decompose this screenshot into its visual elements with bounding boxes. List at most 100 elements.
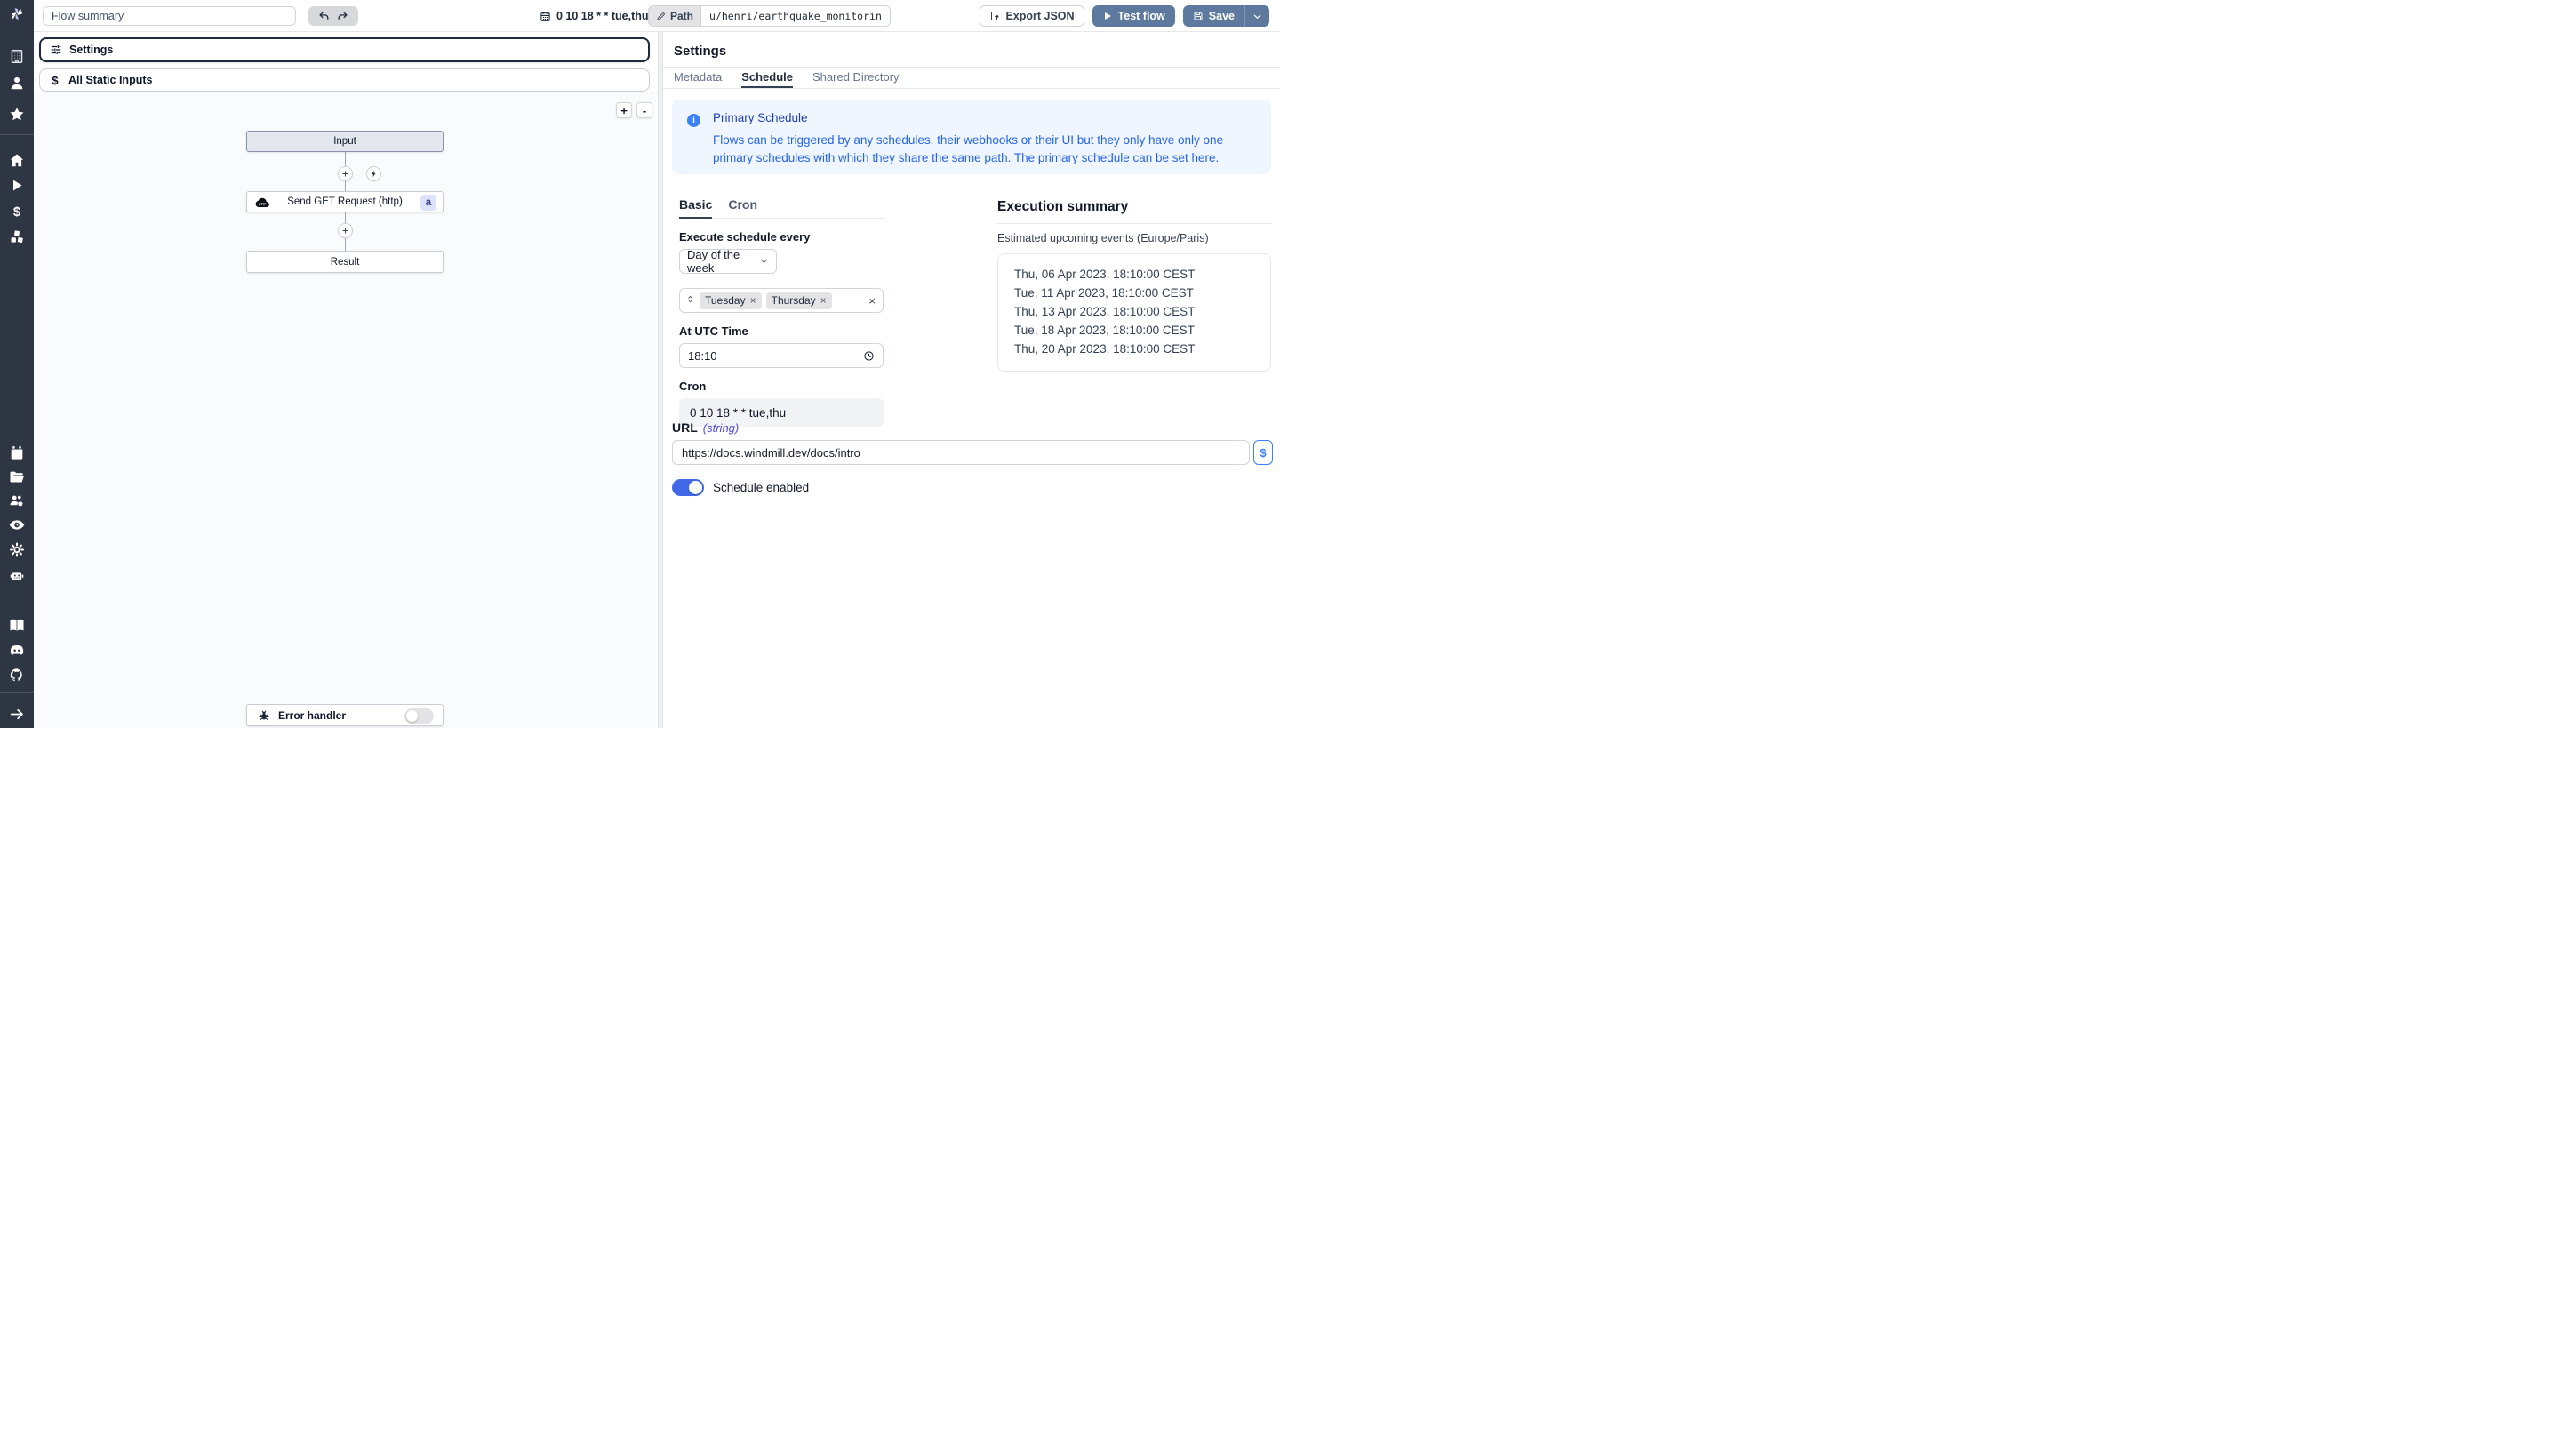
workers-robot-icon[interactable] — [9, 567, 26, 584]
save-button[interactable]: Save — [1183, 5, 1244, 27]
all-static-inputs-card[interactable]: $ All Static Inputs — [39, 68, 650, 92]
clock-icon[interactable] — [863, 350, 875, 362]
upcoming-events-box: Thu, 06 Apr 2023, 18:10:00 CEST Tue, 11 … — [997, 253, 1271, 372]
redo-icon[interactable] — [337, 11, 348, 22]
remove-day-icon[interactable]: × — [750, 294, 756, 307]
user-icon[interactable] — [9, 75, 26, 92]
frequency-select[interactable]: Day of the week — [679, 249, 777, 274]
node-input[interactable]: Input — [246, 131, 444, 152]
http-cloud-icon: HTTP — [255, 196, 270, 208]
node-error-handler[interactable]: Error handler — [246, 704, 444, 726]
zoom-in-button[interactable]: + — [616, 102, 632, 118]
day-chip-label: Thursday — [772, 294, 816, 307]
utc-time-label: At UTC Time — [679, 324, 884, 338]
save-icon — [1193, 11, 1204, 21]
flow-summary-input[interactable] — [43, 6, 296, 26]
divider — [997, 223, 1271, 224]
error-handler-label: Error handler — [278, 709, 346, 722]
save-dropdown-button[interactable] — [1244, 5, 1269, 27]
sort-handle-icon[interactable] — [685, 292, 695, 308]
remove-day-icon[interactable]: × — [820, 294, 827, 307]
add-step-button[interactable] — [338, 223, 353, 238]
folders-icon[interactable] — [9, 468, 26, 485]
execution-summary-title: Execution summary — [997, 199, 1271, 215]
url-type-hint: (string) — [703, 421, 739, 435]
sidebar: $ — [0, 0, 34, 728]
settings-tabs: Metadata Schedule Shared Directory — [674, 68, 900, 88]
node-result[interactable]: Result — [246, 251, 444, 273]
bug-icon — [258, 709, 270, 722]
day-chip: Tuesday × — [700, 292, 762, 309]
audit-eye-icon[interactable] — [9, 516, 26, 533]
home-icon[interactable] — [9, 152, 26, 169]
time-input[interactable]: 18:10 — [679, 343, 884, 368]
save-button-group: Save — [1183, 5, 1269, 27]
clear-days-icon[interactable]: × — [868, 294, 876, 308]
event-item: Tue, 11 Apr 2023, 18:10:00 CEST — [1014, 284, 1261, 303]
favorites-star-icon[interactable] — [9, 106, 26, 123]
edit-path-button[interactable]: Path — [648, 5, 700, 27]
undo-icon[interactable] — [318, 11, 330, 22]
export-json-button[interactable]: Export JSON — [980, 5, 1084, 27]
tab-metadata[interactable]: Metadata — [674, 68, 722, 88]
settings-panel: Settings Metadata Schedule Shared Direct… — [663, 32, 1280, 728]
flow-canvas[interactable]: + - Input HTTP Send GET Request (http) a… — [34, 92, 658, 728]
primary-schedule-infobox: i Primary Schedule Flows can be triggere… — [672, 100, 1271, 174]
chevron-down-icon — [1252, 12, 1262, 21]
play-icon — [1102, 11, 1113, 21]
url-label: URL (string) — [672, 420, 1273, 435]
schedule-form: Basic Cron Execute schedule every Day of… — [679, 197, 884, 427]
groups-users-gear-icon[interactable] — [9, 492, 26, 509]
url-input[interactable] — [672, 440, 1250, 465]
tab-cron[interactable]: Cron — [728, 197, 757, 218]
frequency-value: Day of the week — [687, 248, 759, 275]
collapse-arrow-icon[interactable] — [9, 706, 26, 723]
schedule-enabled-toggle[interactable] — [672, 479, 704, 496]
node-get-request-label: Send GET Request (http) — [287, 196, 403, 207]
pane-splitter[interactable] — [658, 32, 663, 728]
infobox-title: Primary Schedule — [713, 111, 1257, 124]
flow-settings-label: Settings — [69, 44, 113, 56]
dollar-icon: $ — [49, 74, 61, 87]
tab-shared-directory[interactable]: Shared Directory — [812, 68, 900, 88]
tab-schedule[interactable]: Schedule — [741, 68, 793, 88]
zoom-out-button[interactable]: - — [636, 102, 652, 118]
test-flow-button[interactable]: Test flow — [1092, 5, 1175, 27]
cron-preview-text: 0 10 18 * * tue,thu — [556, 10, 649, 22]
event-item: Thu, 20 Apr 2023, 18:10:00 CEST — [1014, 340, 1261, 359]
sidebar-divider — [0, 134, 34, 135]
bolt-icon — [370, 170, 378, 178]
all-static-inputs-label: All Static Inputs — [68, 74, 152, 86]
windmill-logo-icon[interactable] — [9, 5, 26, 22]
flow-settings-card[interactable]: Settings — [39, 37, 650, 62]
test-flow-label: Test flow — [1118, 10, 1165, 22]
calendar-icon — [540, 11, 551, 22]
day-chip: Thursday × — [766, 292, 832, 309]
export-icon — [989, 11, 1000, 21]
chevron-down-icon — [759, 255, 769, 268]
discord-icon[interactable] — [9, 642, 26, 659]
schedules-calendar-icon[interactable] — [9, 444, 26, 461]
add-step-button[interactable] — [338, 166, 353, 181]
insert-variable-button[interactable]: $ — [1253, 440, 1273, 465]
variables-dollar-icon[interactable]: $ — [9, 204, 26, 220]
cron-preview: 0 10 18 * * tue,thu — [540, 0, 649, 32]
settings-gear-icon[interactable] — [9, 541, 26, 558]
node-id-badge: a — [420, 195, 436, 211]
path-label: Path — [670, 10, 693, 22]
runs-play-icon[interactable] — [9, 177, 26, 194]
settings-title: Settings — [674, 44, 726, 59]
docs-book-icon[interactable] — [9, 617, 26, 634]
github-icon[interactable] — [9, 667, 26, 684]
path-value[interactable]: u/henri/earthquake_monitorin — [700, 5, 891, 27]
divider — [663, 88, 1280, 89]
tab-basic[interactable]: Basic — [679, 197, 712, 219]
add-trigger-button[interactable] — [366, 166, 381, 181]
error-handler-toggle[interactable] — [404, 708, 434, 724]
days-multiselect[interactable]: Tuesday × Thursday × × — [679, 288, 884, 313]
execute-schedule-label: Execute schedule every — [679, 230, 884, 244]
node-get-request[interactable]: HTTP Send GET Request (http) a — [246, 191, 444, 212]
workspace-icon[interactable] — [9, 48, 26, 65]
day-chip-label: Tuesday — [705, 294, 746, 307]
resources-cubes-icon[interactable] — [9, 228, 26, 245]
